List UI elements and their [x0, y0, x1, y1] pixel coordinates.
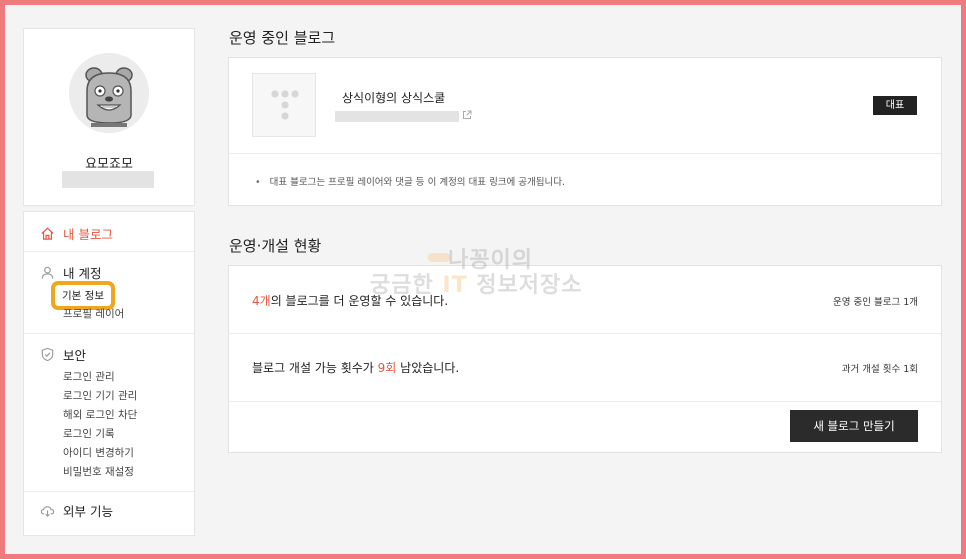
remaining-blogs-count: 4개	[252, 294, 271, 308]
menu-section-my-blog: 내 블로그	[24, 212, 194, 252]
home-icon	[41, 227, 54, 240]
representative-note: 대표 블로그는 프로필 레이어와 댓글 등 이 계정의 대표 링크에 공개됩니다…	[255, 174, 565, 188]
sidebar-item-my-blog[interactable]: 내 블로그	[40, 224, 113, 243]
remaining-create-prefix: 블로그 개설 가능 횟수가	[252, 361, 378, 375]
card-divider	[229, 401, 941, 402]
card-divider	[229, 333, 941, 334]
blog-name[interactable]: 상식이형의 상식스쿨	[342, 89, 445, 106]
blog-url-redacted[interactable]	[335, 111, 459, 122]
sidebar-subitem-profile-layer[interactable]: 프로필 레이어	[63, 306, 124, 321]
remaining-create-text: 블로그 개설 가능 횟수가 9회 남았습니다.	[252, 359, 459, 376]
menu-section-my-account: 내 계정 기본 정보 프로필 레이어	[24, 252, 194, 334]
sidebar-item-label: 내 계정	[63, 266, 102, 281]
sidebar-item-label: 보안	[63, 348, 87, 363]
status-title: 운영·개설 현황	[229, 237, 322, 255]
profile-card: 요모죠모	[23, 28, 195, 206]
remaining-blogs-text: 4개의 블로그를 더 운영할 수 있습니다.	[252, 292, 448, 309]
avatar-dog-icon	[69, 53, 149, 133]
profile-name: 요모죠모	[85, 157, 133, 172]
sidebar-menu: 내 블로그 내 계정 기본 정보 프로필 레이어 보안 로그인 관리 로그인 기…	[23, 211, 195, 536]
representative-badge: 대표	[873, 96, 917, 115]
sidebar-item-external[interactable]: 외부 기능	[40, 501, 113, 520]
card-divider	[229, 153, 941, 154]
remaining-create-count: 9회	[377, 361, 397, 375]
user-icon	[41, 266, 54, 279]
tistory-logo-icon	[271, 90, 299, 120]
sidebar-subitem-device-manage[interactable]: 로그인 기기 관리	[63, 388, 137, 403]
remaining-blogs-label: 의 블로그를 더 운영할 수 있습니다.	[270, 294, 449, 308]
external-link-icon[interactable]	[462, 110, 472, 120]
operating-blog-card: 상식이형의 상식스쿨 대표 대표 블로그는 프로필 레이어와 댓글 등 이 계정…	[228, 57, 942, 206]
sidebar-subitem-basic-info[interactable]: 기본 정보	[51, 281, 115, 310]
sidebar-subitem-overseas-block[interactable]: 해외 로그인 차단	[63, 407, 137, 422]
sidebar-item-label: 내 블로그	[63, 227, 113, 242]
menu-section-security: 보안 로그인 관리 로그인 기기 관리 해외 로그인 차단 로그인 기록 아이디…	[24, 334, 194, 492]
shield-icon	[41, 347, 54, 362]
cloud-download-icon	[40, 506, 55, 517]
sidebar-subitem-change-id[interactable]: 아이디 변경하기	[63, 445, 134, 460]
operating-blogs-title: 운영 중인 블로그	[229, 29, 336, 47]
sidebar-subitem-login-history[interactable]: 로그인 기록	[63, 426, 115, 441]
blog-thumbnail[interactable]	[252, 73, 316, 137]
sidebar-item-label: 외부 기능	[63, 504, 113, 519]
sidebar-item-security[interactable]: 보안	[40, 345, 86, 364]
sidebar-subitem-reset-password[interactable]: 비밀번호 재설정	[63, 464, 134, 479]
profile-id-redacted	[62, 171, 154, 188]
past-create-count: 과거 개설 횟수 1회	[841, 364, 918, 375]
sidebar-item-my-account[interactable]: 내 계정	[40, 263, 101, 282]
operating-blog-count: 운영 중인 블로그 1개	[832, 297, 918, 308]
watermark-accent	[428, 253, 450, 262]
create-blog-button[interactable]: 새 블로그 만들기	[790, 410, 918, 442]
avatar[interactable]	[69, 53, 149, 133]
remaining-create-suffix: 남았습니다.	[396, 361, 460, 375]
menu-section-external: 외부 기능	[24, 492, 194, 536]
sidebar-subitem-login-manage[interactable]: 로그인 관리	[63, 369, 115, 384]
status-card: 4개의 블로그를 더 운영할 수 있습니다. 운영 중인 블로그 1개 블로그 …	[228, 265, 942, 453]
